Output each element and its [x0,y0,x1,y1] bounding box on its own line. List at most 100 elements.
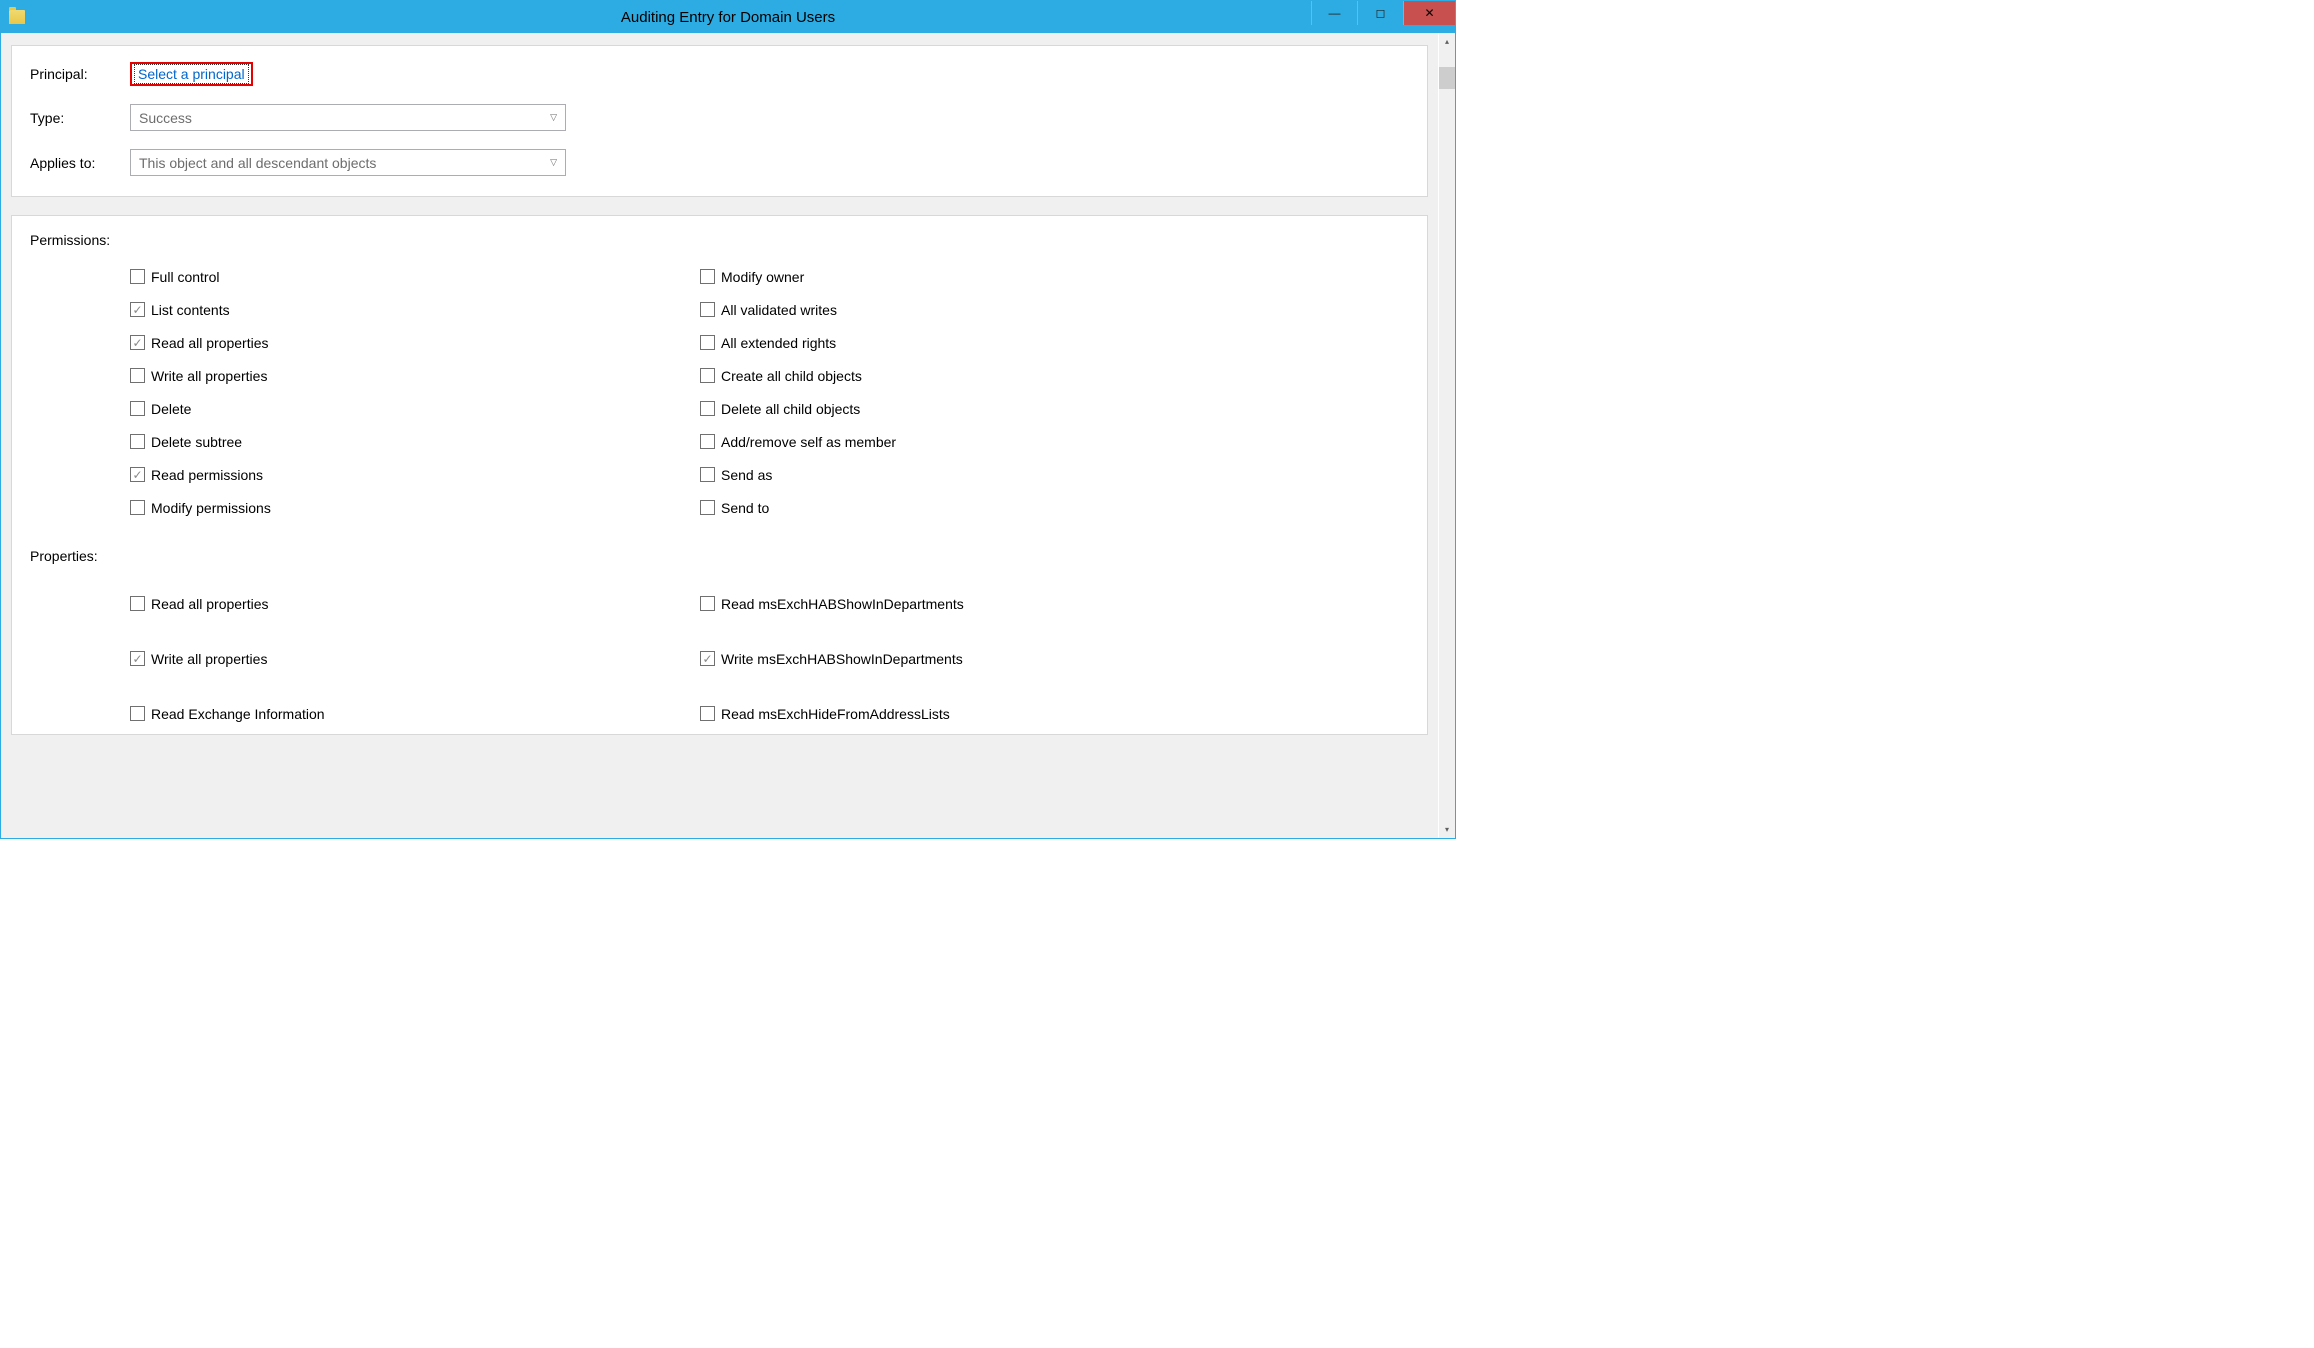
permissions-col-right: Modify owner All validated writes All exte… [700,260,1270,524]
applies-combo-text: This object and all descendant objects [139,155,376,171]
checkbox[interactable] [130,335,145,350]
checkbox[interactable] [130,368,145,383]
permissions-col-left: Full control List contents Read all proper… [130,260,700,524]
client-area: Principal: Select a principal Type: Succ… [1,33,1455,838]
checkbox[interactable] [130,706,145,721]
checkbox-label: Full control [151,269,219,285]
maximize-icon: ◻ [1376,6,1386,20]
checkbox[interactable] [130,269,145,284]
checkbox-row: Delete [130,392,700,425]
principal-row: Principal: Select a principal [30,62,1409,86]
checkbox[interactable] [130,434,145,449]
checkbox-label: Read all properties [151,335,269,351]
checkbox-label: Create all child objects [721,368,862,384]
checkbox-label: Delete all child objects [721,401,860,417]
permissions-grid: Full control List contents Read all proper… [130,260,1409,524]
checkbox-row: Read msExchHABShowInDepartments [700,576,1270,631]
checkbox[interactable] [700,269,715,284]
checkbox-row: Modify permissions [130,491,700,524]
checkbox-row: Write all properties [130,359,700,392]
checkbox-row: Full control [130,260,700,293]
applies-combo[interactable]: This object and all descendant objects ▽ [130,149,566,176]
checkbox-label: Write msExchHABShowInDepartments [721,651,963,667]
close-button[interactable]: ✕ [1403,1,1455,25]
minimize-icon: — [1329,6,1341,20]
checkbox[interactable] [700,401,715,416]
maximize-button[interactable]: ◻ [1357,1,1403,25]
checkbox[interactable] [130,401,145,416]
scroll-down-arrow[interactable]: ▾ [1439,821,1455,838]
scroll-up-arrow[interactable]: ▴ [1439,33,1455,50]
scroll-thumb[interactable] [1439,67,1455,89]
checkbox-label: List contents [151,302,230,318]
checkbox[interactable] [700,706,715,721]
checkbox-row: All extended rights [700,326,1270,359]
checkbox-row: Create all child objects [700,359,1270,392]
checkbox-row: Delete subtree [130,425,700,458]
checkbox-row: Delete all child objects [700,392,1270,425]
checkbox-label: Modify owner [721,269,804,285]
checkbox-label: Read msExchHideFromAddressLists [721,706,950,722]
close-icon: ✕ [1424,6,1434,20]
checkbox-label: Delete [151,401,191,417]
checkbox-label: Read permissions [151,467,263,483]
properties-col-left: Read all properties Write all properties R… [130,576,700,735]
scroll-track[interactable] [1439,50,1455,821]
content: Principal: Select a principal Type: Succ… [1,33,1438,838]
checkbox-label: Read msExchHABShowInDepartments [721,596,964,612]
principal-panel: Principal: Select a principal Type: Succ… [11,45,1428,197]
checkbox-label: Read all properties [151,596,269,612]
checkbox[interactable] [130,596,145,611]
chevron-down-icon: ▽ [550,112,557,123]
checkbox-row: Read all properties [130,326,700,359]
checkbox-row: Read all properties [130,576,700,631]
checkbox[interactable] [130,302,145,317]
properties-col-right: Read msExchHABShowInDepartments Write msE… [700,576,1270,735]
type-combo[interactable]: Success ▽ [130,104,566,131]
checkbox[interactable] [700,596,715,611]
minimize-button[interactable]: — [1311,1,1357,25]
checkbox[interactable] [700,434,715,449]
principal-label: Principal: [30,66,130,82]
select-principal-link[interactable]: Select a principal [134,64,249,84]
checkbox-row: List contents [130,293,700,326]
checkbox-row: Read Exchange Information [130,686,700,735]
vertical-scrollbar[interactable]: ▴ ▾ [1438,33,1455,838]
checkbox-label: Send to [721,500,769,516]
checkbox-label: Add/remove self as member [721,434,896,450]
window-title: Auditing Entry for Domain Users [1,9,1455,26]
checkbox[interactable] [130,467,145,482]
checkbox-label: All extended rights [721,335,836,351]
checkbox-row: Write all properties [130,631,700,686]
window-controls: — ◻ ✕ [1311,1,1455,33]
applies-row: Applies to: This object and all descenda… [30,149,1409,176]
permissions-panel: Permissions: Full control List contents Re… [11,215,1428,735]
checkbox[interactable] [700,302,715,317]
checkbox-row: Modify owner [700,260,1270,293]
checkbox-row: Add/remove self as member [700,425,1270,458]
checkbox-row: Write msExchHABShowInDepartments [700,631,1270,686]
checkbox-row: Send as [700,458,1270,491]
checkbox[interactable] [700,651,715,666]
checkbox[interactable] [130,500,145,515]
checkbox-label: Modify permissions [151,500,271,516]
checkbox-row: Read msExchHideFromAddressLists [700,686,1270,735]
type-row: Type: Success ▽ [30,104,1409,131]
checkbox-label: Write all properties [151,651,267,667]
checkbox[interactable] [700,335,715,350]
checkbox-row: Read permissions [130,458,700,491]
permissions-header: Permissions: [30,232,1409,248]
properties-header: Properties: [30,548,1409,564]
principal-highlight: Select a principal [130,62,253,86]
checkbox[interactable] [700,368,715,383]
checkbox[interactable] [700,500,715,515]
checkbox[interactable] [700,467,715,482]
folder-icon [9,10,25,24]
titlebar[interactable]: Auditing Entry for Domain Users — ◻ ✕ [1,1,1455,33]
checkbox-row: All validated writes [700,293,1270,326]
type-combo-text: Success [139,110,192,126]
checkbox-label: Read Exchange Information [151,706,325,722]
checkbox[interactable] [130,651,145,666]
type-label: Type: [30,110,130,126]
checkbox-label: Delete subtree [151,434,242,450]
